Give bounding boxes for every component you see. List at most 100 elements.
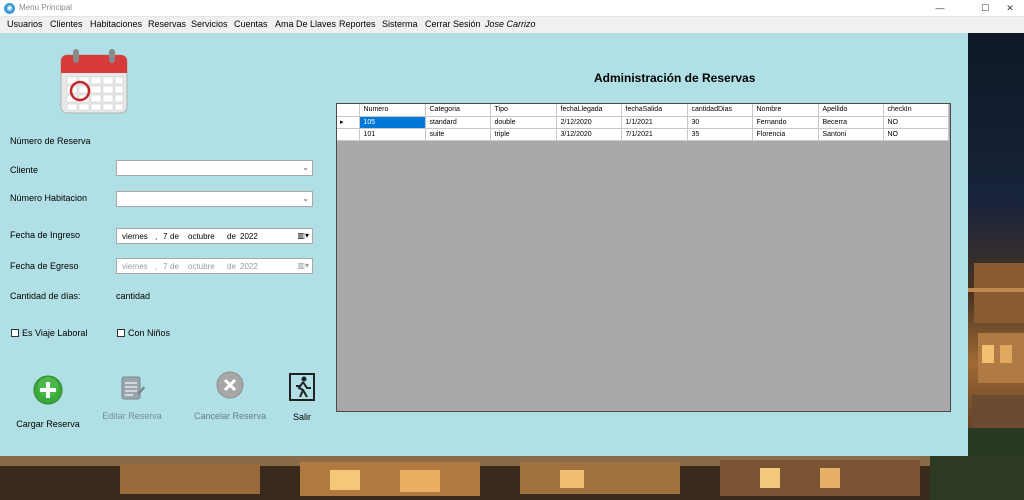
cancelar-reserva-label: Cancelar Reserva	[194, 411, 267, 421]
salir-label: Salir	[292, 412, 311, 422]
table-cell[interactable]: Fernando	[752, 116, 819, 129]
table-cell[interactable]: 1/1/2021	[621, 116, 688, 129]
viaje-laboral-label[interactable]: Es Viaje Laboral	[22, 328, 87, 338]
column-header-nombre[interactable]: Nombre	[752, 104, 819, 117]
table-cell[interactable]: Florencia	[752, 128, 819, 141]
fecha-ingreso-label: Fecha de Ingreso	[10, 230, 81, 240]
menu-clientes[interactable]: Clientes	[50, 19, 83, 29]
row-header-corner	[337, 104, 360, 117]
menu-cerrar-sesion[interactable]: Cerrar Sesión	[425, 19, 481, 29]
menu-bar: Usuarios Clientes Habitaciones Reservas …	[0, 17, 1024, 33]
con-ninos-checkbox[interactable]	[117, 329, 125, 337]
calendar-dropdown-icon[interactable]: ▥▾	[297, 261, 309, 270]
calendar-dropdown-icon[interactable]: ▥▾	[297, 231, 309, 240]
viaje-laboral-checkbox[interactable]	[11, 329, 19, 337]
con-ninos-label[interactable]: Con Niños	[128, 328, 170, 338]
ingreso-day-name: viernes	[122, 232, 148, 241]
table-cell[interactable]: 105	[359, 116, 426, 129]
numero-reserva-label: Número de Reserva	[10, 136, 91, 146]
ingreso-de-2: de	[227, 232, 236, 241]
background-photo-bottom	[0, 456, 1024, 500]
exit-icon	[289, 373, 315, 401]
page-title: Administración de Reservas	[594, 71, 756, 85]
egreso-day-name: viernes	[122, 262, 148, 271]
habitacion-label: Número Habitacion	[10, 193, 88, 203]
table-row[interactable]: ▸ 105 standard double 2/12/2020 1/1/2021…	[337, 116, 949, 129]
calendar-icon	[60, 49, 128, 114]
column-header-fecha-llegada[interactable]: fechaLlegada	[556, 104, 622, 117]
ingreso-year: 2022	[240, 232, 258, 241]
table-cell[interactable]: Santoni	[818, 128, 884, 141]
salir-button[interactable]: Salir	[284, 373, 320, 427]
cancelar-reserva-button[interactable]: Cancelar Reserva	[194, 371, 266, 429]
minimize-button[interactable]: —	[926, 1, 954, 16]
menu-servicios[interactable]: Servicios	[191, 19, 228, 29]
column-header-checkin[interactable]: checkIn	[883, 104, 949, 117]
fecha-ingreso-picker[interactable]: viernes , 7 de octubre de 2022 ▥▾	[116, 228, 313, 244]
reservas-grid[interactable]: Numero Categoria Tipo fechaLlegada fecha…	[336, 103, 951, 412]
egreso-de-2: de	[227, 262, 236, 271]
ingreso-day: 7	[163, 232, 168, 241]
cliente-label: Cliente	[10, 165, 39, 175]
menu-reportes[interactable]: Reportes	[339, 19, 376, 29]
cancel-icon	[216, 371, 244, 399]
add-icon	[33, 375, 63, 405]
table-cell[interactable]: double	[490, 116, 557, 129]
column-header-apellido[interactable]: Apellido	[818, 104, 884, 117]
table-header-row: Numero Categoria Tipo fechaLlegada fecha…	[337, 104, 949, 117]
close-button[interactable]: ✕	[996, 1, 1024, 16]
column-header-numero[interactable]: Numero	[359, 104, 426, 117]
menu-ama-de-llaves[interactable]: Ama De Llaves	[275, 19, 336, 29]
egreso-day: 7	[163, 262, 168, 271]
table-cell[interactable]: Becerra	[818, 116, 884, 129]
editar-reserva-button[interactable]: Editar Reserva	[98, 373, 166, 431]
editar-reserva-label: Editar Reserva	[102, 411, 162, 421]
egreso-year: 2022	[240, 262, 258, 271]
menu-habitaciones[interactable]: Habitaciones	[90, 19, 142, 29]
background-photo-right	[968, 33, 1024, 456]
table-cell[interactable]: triple	[490, 128, 557, 141]
table-cell[interactable]: NO	[883, 116, 949, 129]
column-header-cantidad-dias[interactable]: cantidadDias	[687, 104, 753, 117]
window-title: Menu Principal	[19, 3, 72, 12]
column-header-categoria[interactable]: Categoria	[425, 104, 491, 117]
table-cell[interactable]: 35	[687, 128, 753, 141]
table-cell[interactable]: 2/12/2020	[556, 116, 622, 129]
maximize-button[interactable]: ☐	[971, 1, 999, 16]
cargar-reserva-button[interactable]: Cargar Reserva	[12, 375, 84, 433]
reservas-table: Numero Categoria Tipo fechaLlegada fecha…	[337, 104, 949, 141]
table-cell[interactable]: 7/1/2021	[621, 128, 688, 141]
cliente-combobox[interactable]: ⌄	[116, 160, 313, 176]
fecha-egreso-label: Fecha de Egreso	[10, 261, 79, 271]
ingreso-month: octubre	[188, 232, 215, 241]
column-header-tipo[interactable]: Tipo	[490, 104, 557, 117]
table-cell[interactable]: NO	[883, 128, 949, 141]
window-titlebar: ◉ Menu Principal — ☐ ✕	[0, 0, 1024, 17]
menu-reservas[interactable]: Reservas	[148, 19, 186, 29]
chevron-down-icon: ⌄	[302, 194, 309, 203]
habitacion-combobox[interactable]: ⌄	[116, 191, 313, 207]
edit-document-icon	[121, 376, 145, 400]
table-cell[interactable]: 30	[687, 116, 753, 129]
egreso-month: octubre	[188, 262, 215, 271]
menu-cuentas[interactable]: Cuentas	[234, 19, 268, 29]
fecha-egreso-picker[interactable]: viernes , 7 de octubre de 2022 ▥▾	[116, 258, 313, 274]
menu-sistema[interactable]: Sisterma	[382, 19, 418, 29]
egreso-comma: ,	[155, 262, 158, 271]
current-row-indicator[interactable]: ▸	[337, 116, 360, 129]
table-cell[interactable]: suite	[425, 128, 491, 141]
cargar-reserva-label: Cargar Reserva	[16, 419, 80, 429]
table-cell[interactable]: 101	[359, 128, 426, 141]
app-icon: ◉	[4, 3, 15, 14]
menu-current-user[interactable]: Jose Carrizo	[485, 19, 536, 29]
table-cell[interactable]: 3/12/2020	[556, 128, 622, 141]
table-cell[interactable]: standard	[425, 116, 491, 129]
cantidad-dias-value: cantidad	[116, 291, 151, 301]
ingreso-de-1: de	[170, 232, 179, 241]
cantidad-dias-label: Cantidad de días:	[10, 291, 81, 301]
row-header[interactable]	[337, 128, 360, 141]
table-row[interactable]: 101 suite triple 3/12/2020 7/1/2021 35 F…	[337, 128, 949, 141]
menu-usuarios[interactable]: Usuarios	[7, 19, 43, 29]
egreso-de-1: de	[170, 262, 179, 271]
column-header-fecha-salida[interactable]: fechaSalida	[621, 104, 688, 117]
